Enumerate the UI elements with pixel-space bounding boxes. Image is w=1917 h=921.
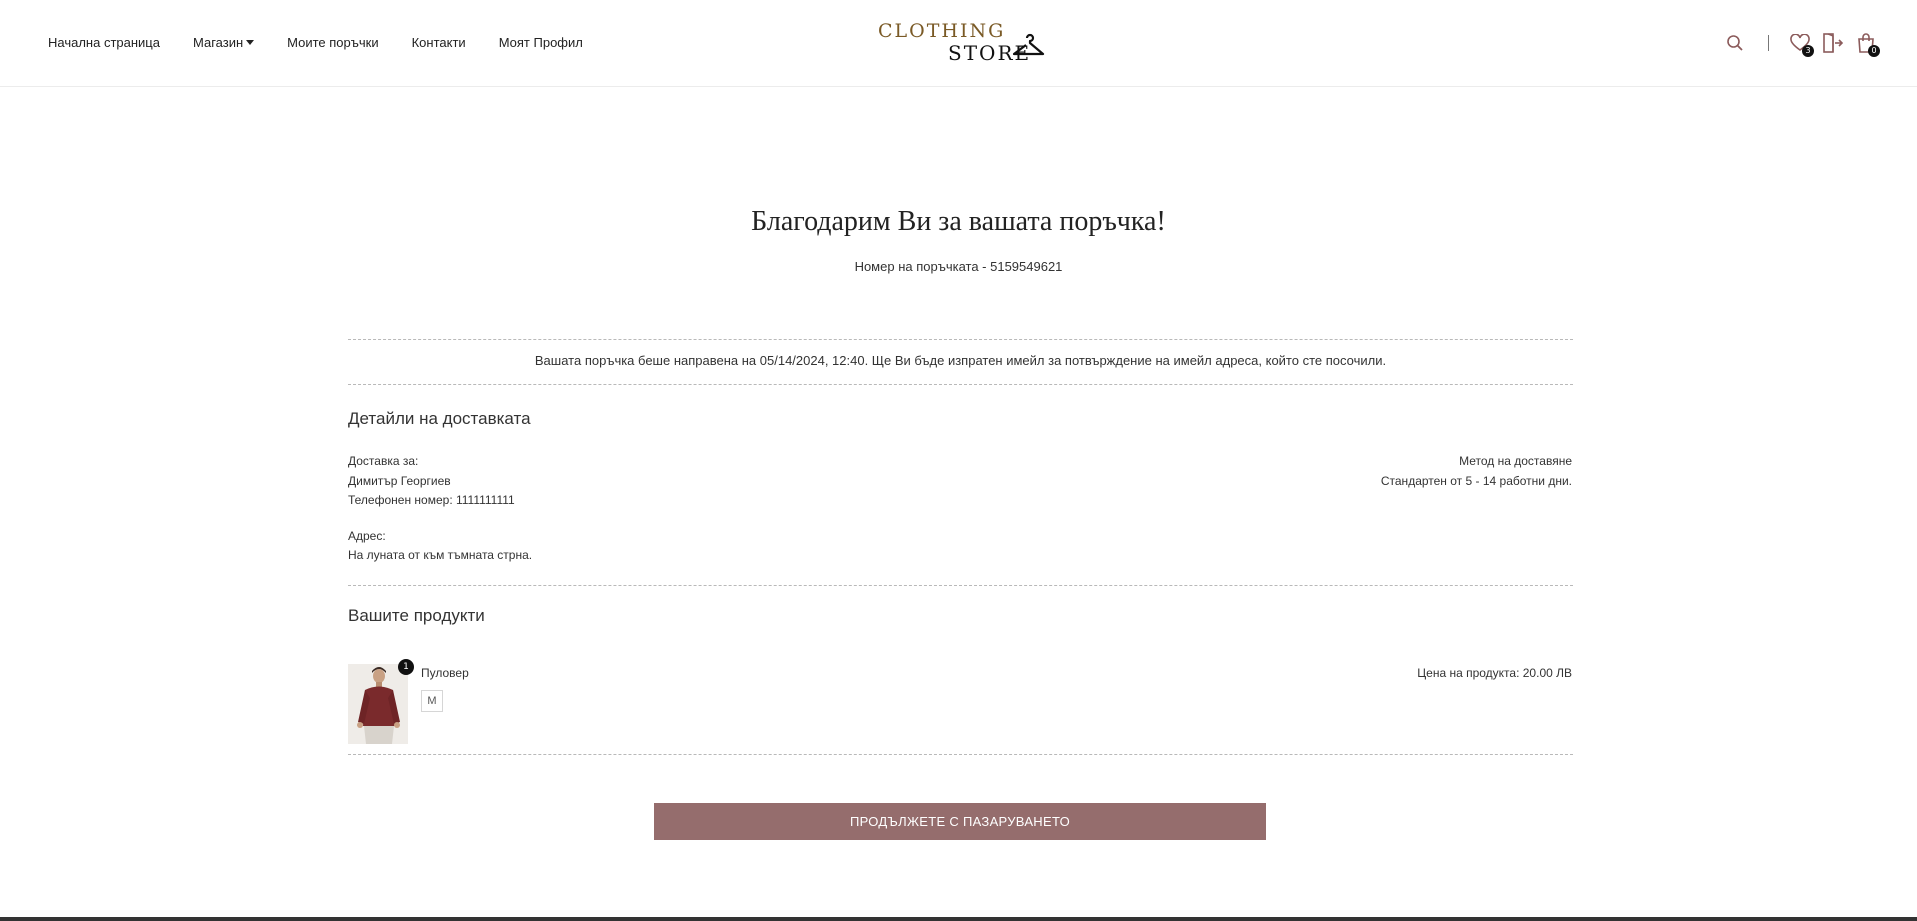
main-nav: Начална страница Магазин Моите поръчки К…: [48, 35, 616, 50]
store-logo[interactable]: CLOTHING STORE: [878, 20, 1048, 68]
divider: [348, 339, 1573, 340]
page-title: Благодарим Ви за вашата поръчка!: [751, 206, 1166, 237]
delivery-details-title: Детайли на доставката: [348, 409, 531, 428]
product-quantity-badge: 1: [398, 659, 414, 675]
order-number: Номер на поръчката - 5159549621: [854, 259, 1063, 274]
divider: [348, 754, 1573, 755]
header-icons: 3 0: [1724, 32, 1880, 57]
nav-shop[interactable]: Магазин: [192, 35, 255, 50]
product-price: Цена на продукта: 20.00 ЛВ: [1417, 666, 1572, 680]
address-label: Адрес:: [348, 529, 386, 543]
recipient-phone: Телефонен номер: 1111111111: [348, 493, 515, 507]
wishlist-heart-icon[interactable]: 3: [1789, 32, 1814, 57]
nav-contacts[interactable]: Контакти: [412, 35, 466, 50]
order-notice: Вашата поръчка беше направена на 05/14/2…: [534, 353, 1387, 368]
divider: [348, 384, 1573, 385]
nav-home[interactable]: Начална страница: [48, 35, 160, 50]
delivery-method-label: Метод на доставяне: [1459, 454, 1572, 468]
nav-shop-label: Магазин: [192, 35, 244, 50]
logo-line-1: CLOTHING: [878, 20, 1006, 42]
wishlist-count-badge: 3: [1802, 45, 1814, 57]
nav-my-profile[interactable]: Моят Профил: [499, 35, 583, 50]
logout-icon[interactable]: [1822, 32, 1844, 54]
divider: [348, 585, 1573, 586]
recipient-name: Димитър Георгиев: [348, 474, 451, 488]
product-image[interactable]: [348, 664, 408, 744]
search-icon[interactable]: [1724, 32, 1746, 54]
icon-divider: [1768, 35, 1769, 51]
address-value: На луната от към тъмната стрна.: [348, 548, 533, 562]
site-header: Начална страница Магазин Моите поръчки К…: [0, 0, 1917, 87]
continue-shopping-button[interactable]: ПРОДЪЛЖЕТЕ С ПАЗАРУВАНЕТО: [654, 803, 1266, 840]
product-name[interactable]: Пуловер: [421, 664, 469, 683]
bottom-bar: [0, 917, 1917, 921]
product-size: M: [421, 690, 443, 712]
hanger-icon: [1012, 33, 1045, 56]
cart-count-badge: 0: [1868, 45, 1880, 57]
shopping-bag-icon[interactable]: 0: [1855, 32, 1880, 57]
nav-my-orders[interactable]: Моите поръчки: [287, 35, 378, 50]
delivery-method-value: Стандартен от 5 - 14 работни дни.: [1380, 474, 1572, 488]
caret-down-icon: [246, 40, 255, 45]
deliver-to-label: Доставка за:: [348, 454, 419, 468]
products-title: Вашите продукти: [348, 606, 485, 625]
